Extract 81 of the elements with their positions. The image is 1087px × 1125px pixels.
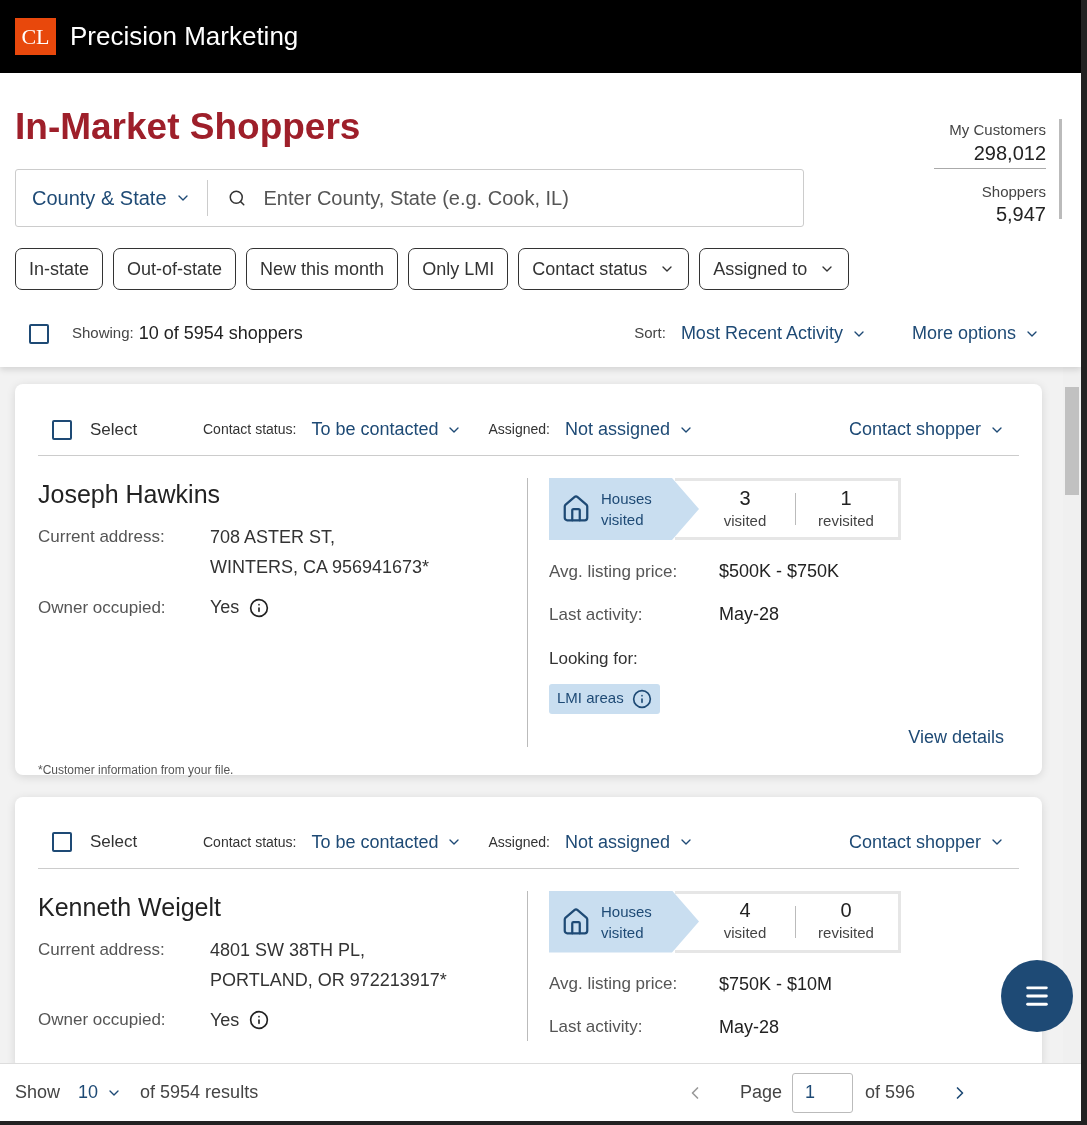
- listing-price-label: Avg. listing price:: [549, 560, 679, 583]
- houses-visited-label: Houses visited: [601, 489, 653, 530]
- info-icon[interactable]: [631, 688, 652, 709]
- visited-label: visited: [723, 510, 767, 531]
- total-pages: of 596: [864, 1081, 915, 1104]
- page-title: In-Market Shoppers: [15, 105, 362, 149]
- contact-shopper-dropdown[interactable]: Contact shopper: [848, 416, 1005, 443]
- stat-value: 5,947: [995, 203, 1046, 225]
- visited-count: 3: [739, 485, 751, 510]
- view-details-link[interactable]: View details: [908, 723, 1004, 751]
- address-line: 708 ASTER ST,: [210, 526, 337, 549]
- info-icon[interactable]: [249, 597, 270, 618]
- listing-price-value: $750K - $10M: [719, 972, 833, 996]
- filter-chip[interactable]: Assigned to: [699, 248, 850, 290]
- info-icon[interactable]: [249, 1010, 270, 1030]
- contact-shopper-dropdown[interactable]: Contact shopper: [848, 828, 1005, 856]
- search-icon: [227, 189, 246, 207]
- owner-occupied-label: Owner occupied:: [38, 596, 167, 619]
- filter-chip[interactable]: Out-of-state: [113, 248, 237, 290]
- address-line: 4801 SW 38TH PL,: [210, 938, 367, 962]
- owner-occupied-label: Owner occupied:: [38, 1009, 167, 1032]
- houses-visited-label: Houses visited: [601, 901, 653, 943]
- scope-dropdown[interactable]: County & State: [32, 183, 191, 213]
- shopper-name: Joseph Hawkins: [38, 479, 222, 510]
- address-label: Current address:: [38, 526, 166, 548]
- contact-status-dropdown[interactable]: To be contacted: [311, 416, 463, 443]
- filter-chip[interactable]: Contact status: [518, 248, 690, 290]
- assigned-dropdown[interactable]: Not assigned: [564, 416, 695, 443]
- revisited-label: revisited: [818, 510, 874, 531]
- select-label: Select: [90, 831, 138, 854]
- logo: CL: [15, 18, 56, 55]
- checkbox[interactable]: [52, 832, 72, 852]
- looking-for-tag: LMI areas: [549, 683, 660, 714]
- visited-label: visited: [723, 923, 767, 944]
- house-icon: [561, 494, 591, 524]
- listing-price-value: $500K - $750K: [719, 560, 840, 583]
- owner-occupied-value: Yes: [210, 596, 240, 619]
- filter-chip[interactable]: Only LMI: [408, 248, 509, 290]
- page-size-dropdown[interactable]: 10: [78, 1079, 123, 1106]
- revisited-count: 1: [840, 485, 852, 510]
- select-label: Select: [90, 418, 138, 441]
- address-label: Current address:: [38, 938, 166, 961]
- filter-chip[interactable]: In-state: [15, 248, 104, 290]
- revisited-label: revisited: [818, 923, 874, 944]
- showing-label: Showing:: [72, 323, 134, 344]
- search-field[interactable]: County & State Enter County, State (e.g. Cook, IL): [15, 169, 804, 227]
- shopper-name: Kenneth Weigelt: [38, 891, 222, 923]
- sort-dropdown[interactable]: Most Recent Activity: [680, 320, 867, 347]
- revisited-count: 0: [840, 898, 852, 923]
- checkbox[interactable]: [29, 323, 49, 344]
- last-activity-label: Last activity:: [549, 1016, 644, 1039]
- listing-price-label: Avg. listing price:: [549, 973, 679, 996]
- house-icon: [561, 906, 591, 937]
- app-title: Precision Marketing: [70, 20, 299, 53]
- contact-status-label: Contact status:: [203, 832, 297, 852]
- page-label: Page: [739, 1081, 782, 1104]
- stat-value: 298,012: [973, 141, 1046, 164]
- stat-label: Shoppers: [981, 181, 1046, 202]
- assigned-dropdown[interactable]: Not assigned: [564, 828, 695, 856]
- visited-count: 4: [739, 898, 751, 923]
- contact-status-label: Contact status:: [203, 420, 297, 439]
- footnote: *Customer information from your file.: [38, 761, 235, 779]
- last-activity-label: Last activity:: [549, 603, 644, 626]
- show-label: Show: [15, 1081, 61, 1104]
- page-field[interactable]: 1: [791, 1072, 853, 1113]
- looking-for-label: Looking for:: [549, 648, 639, 670]
- results-count: of 5954 results: [140, 1081, 259, 1104]
- filter-chip[interactable]: New this month: [246, 248, 399, 290]
- assigned-label: Assigned:: [488, 832, 550, 852]
- stat-label: My Customers: [949, 120, 1046, 140]
- assigned-label: Assigned:: [488, 420, 550, 439]
- last-activity-value: May-28: [719, 603, 780, 626]
- address-line: WINTERS, CA 956941673*: [210, 556, 430, 579]
- showing-count: 10 of 5954 shoppers: [138, 322, 303, 345]
- address-line: PORTLAND, OR 972213917*: [210, 968, 447, 992]
- contact-status-dropdown[interactable]: To be contacted: [311, 828, 463, 856]
- more-options-dropdown[interactable]: More options: [911, 320, 1040, 347]
- last-activity-value: May-28: [719, 1015, 780, 1039]
- owner-occupied-value: Yes: [210, 1008, 240, 1032]
- checkbox[interactable]: [52, 419, 72, 440]
- sort-label: Sort:: [634, 323, 666, 344]
